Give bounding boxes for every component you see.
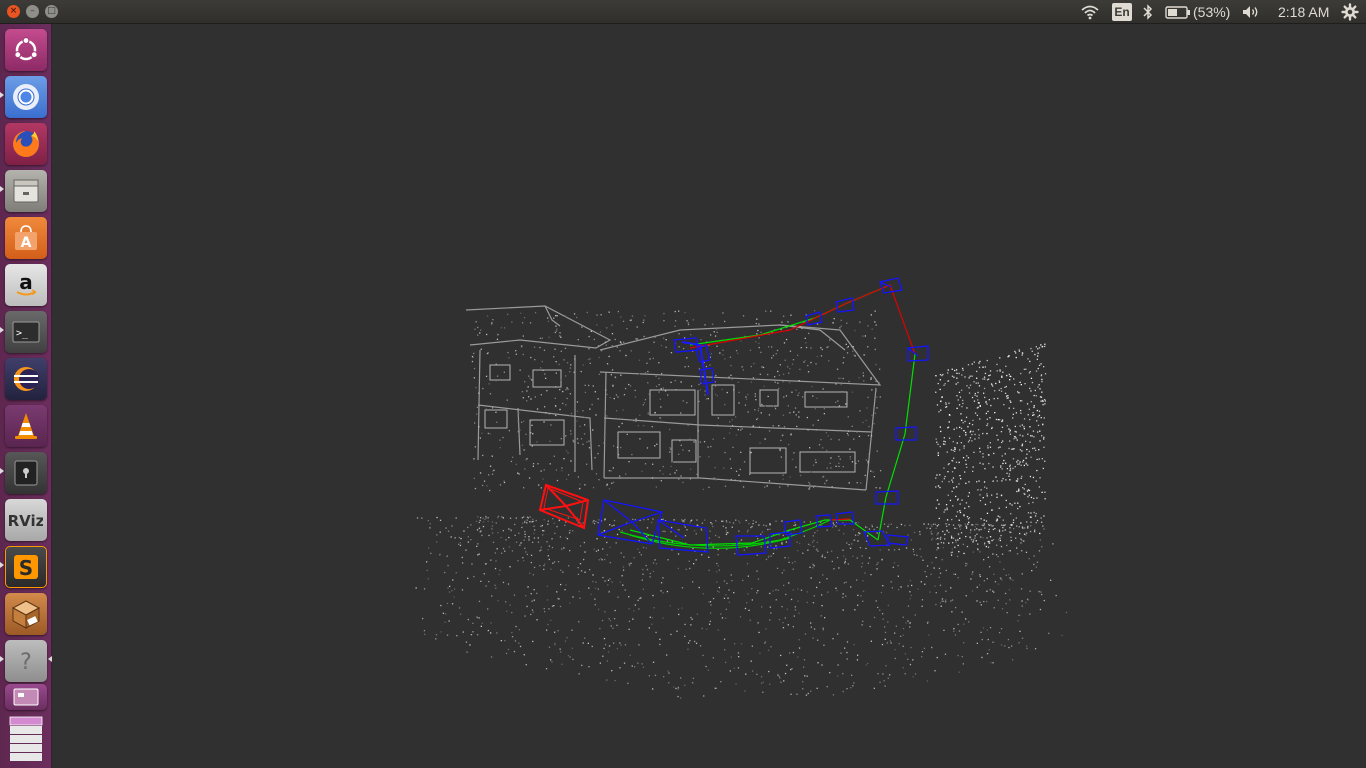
rviz-icon: RViz bbox=[9, 512, 43, 530]
keyframe-frustum bbox=[769, 519, 803, 549]
launcher-item-workspace-switcher[interactable] bbox=[5, 684, 47, 710]
keyframe-frustum bbox=[907, 345, 929, 362]
battery-icon[interactable] bbox=[1165, 6, 1191, 19]
trajectory-green-upper bbox=[689, 284, 891, 346]
launcher-item-rviz[interactable]: RViz bbox=[5, 499, 47, 541]
sublime-icon: S bbox=[14, 555, 38, 580]
svg-text:S: S bbox=[19, 556, 33, 580]
current-camera-frustum bbox=[538, 483, 590, 530]
trajectory-green-right bbox=[877, 353, 916, 541]
keyboard-layout-indicator[interactable]: En bbox=[1112, 3, 1132, 21]
terminal-icon: >_ bbox=[12, 321, 40, 343]
window-close-button[interactable]: × bbox=[7, 5, 20, 18]
shopping-bag-icon: A bbox=[15, 225, 37, 251]
firefox-icon bbox=[13, 131, 39, 157]
right-structure-point-cloud bbox=[935, 343, 1047, 559]
house-point-texture bbox=[471, 310, 882, 492]
trajectory-red-upper bbox=[689, 284, 916, 355]
safe-icon bbox=[14, 460, 38, 486]
window-maximize-button[interactable]: □ bbox=[45, 5, 58, 18]
launcher: A a >_ RViz S ? bbox=[0, 24, 52, 768]
keyframe-frustum bbox=[863, 530, 909, 547]
question-icon: ? bbox=[20, 650, 32, 675]
box-icon bbox=[11, 600, 41, 629]
keyframe-frustum bbox=[879, 277, 903, 294]
battery-percentage[interactable]: (53%) bbox=[1193, 0, 1230, 24]
launcher-item-files[interactable] bbox=[5, 170, 47, 212]
svg-text:A: A bbox=[21, 235, 32, 251]
running-indicator bbox=[0, 327, 4, 333]
launcher-item-help[interactable]: ? bbox=[5, 640, 47, 682]
running-indicator bbox=[0, 186, 4, 192]
launcher-item-eclipse[interactable] bbox=[5, 358, 47, 400]
bluetooth-icon[interactable] bbox=[1142, 4, 1154, 20]
window-minimize-button[interactable]: – bbox=[26, 5, 39, 18]
launcher-item-package-box[interactable] bbox=[5, 593, 47, 635]
workspaces-icon bbox=[13, 688, 39, 706]
running-indicator bbox=[0, 468, 4, 474]
eclipse-icon bbox=[14, 367, 39, 391]
svg-text:?: ? bbox=[20, 650, 32, 675]
point-cloud-viewport[interactable] bbox=[52, 24, 1366, 768]
ubuntu-logo-icon bbox=[14, 36, 38, 61]
launcher-item-chromium[interactable] bbox=[5, 76, 47, 118]
point-cloud-scene[interactable] bbox=[52, 24, 1366, 768]
launcher-item-software-center[interactable]: A bbox=[5, 217, 47, 259]
keyframe-frustum bbox=[657, 519, 709, 553]
running-indicator bbox=[0, 562, 4, 568]
traffic-cone-icon bbox=[15, 413, 37, 439]
svg-text:>_: >_ bbox=[16, 328, 29, 339]
keyframes bbox=[597, 277, 929, 556]
svg-text:RViz: RViz bbox=[9, 512, 43, 530]
stacked-windows-icon bbox=[9, 716, 43, 761]
launcher-item-vlc[interactable] bbox=[5, 405, 47, 447]
running-indicator bbox=[0, 92, 4, 98]
launcher-item-sublime-text[interactable]: S bbox=[5, 546, 47, 588]
keyframe-frustum bbox=[835, 297, 855, 313]
amazon-icon: a bbox=[16, 270, 37, 296]
wifi-icon[interactable] bbox=[1080, 4, 1100, 20]
gear-icon[interactable] bbox=[1341, 3, 1359, 21]
chromium-icon bbox=[13, 84, 39, 110]
trajectory-lines bbox=[619, 284, 916, 549]
launcher-item-ubuntu-dash[interactable] bbox=[5, 29, 47, 71]
launcher-item-terminal[interactable]: >_ bbox=[5, 311, 47, 353]
launcher-item-firefox[interactable] bbox=[5, 123, 47, 165]
clock[interactable]: 2:18 AM bbox=[1278, 0, 1329, 24]
file-cabinet-icon bbox=[13, 179, 39, 203]
battery-level-fill bbox=[1168, 9, 1177, 16]
running-indicator bbox=[0, 656, 4, 662]
svg-text:a: a bbox=[19, 270, 33, 294]
launcher-item-trash[interactable] bbox=[5, 714, 47, 764]
top-panel: × – □ En (53%) 2:18 AM bbox=[0, 0, 1366, 24]
speaker-icon[interactable] bbox=[1242, 5, 1262, 19]
launcher-item-vault[interactable] bbox=[5, 452, 47, 494]
launcher-item-amazon[interactable]: a bbox=[5, 264, 47, 306]
keyframe-frustum bbox=[597, 499, 663, 545]
